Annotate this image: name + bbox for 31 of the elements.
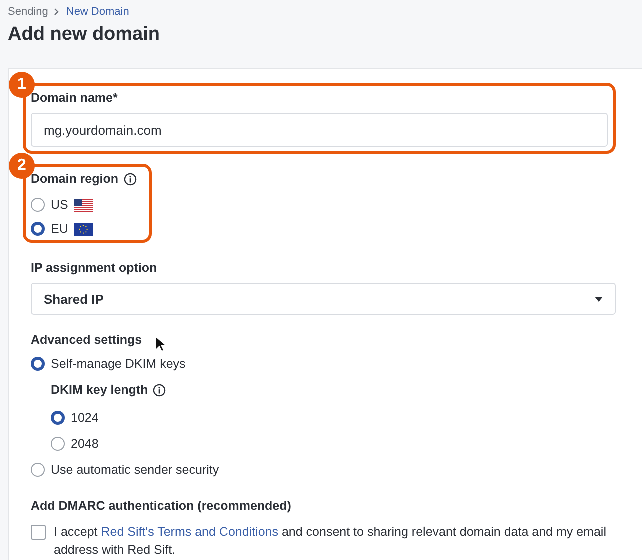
cursor-icon xyxy=(155,336,166,352)
flag-icon xyxy=(74,222,94,236)
info-icon[interactable] xyxy=(124,172,137,186)
option-label: US xyxy=(51,198,68,212)
radio-button[interactable] xyxy=(31,198,45,212)
radio-button[interactable] xyxy=(31,357,45,371)
terms-link[interactable]: Red Sift's Terms and Conditions xyxy=(101,525,278,539)
option-label: EU xyxy=(51,222,68,236)
chevron-icon xyxy=(54,8,60,16)
flag-icon xyxy=(74,198,94,212)
checkbox[interactable] xyxy=(31,525,46,540)
consent-text: I accept Red Sift's Terms and Conditions and consent to sharing relevant domain data and my email address with Red Sift. xyxy=(54,524,608,559)
field-label: DKIM key length xyxy=(51,383,148,397)
radio-button[interactable] xyxy=(51,411,65,425)
breadcrumb-link[interactable]: Sending xyxy=(8,6,48,18)
field-label: Add DMARC authentication (recommended) xyxy=(31,499,292,513)
option-label: 2048 xyxy=(71,437,99,451)
option-label: Use automatic sender security xyxy=(51,463,220,477)
domain-input[interactable]: mg.yourdomain.com xyxy=(31,113,608,147)
caret-icon xyxy=(595,296,603,302)
field-label: Advanced settings xyxy=(31,333,142,347)
radio-button[interactable] xyxy=(51,437,65,451)
radio-button[interactable] xyxy=(31,222,45,236)
field-label: IP assignment option xyxy=(31,261,158,275)
breadcrumb-link[interactable]: New Domain xyxy=(66,6,130,18)
page-title: Add new domain xyxy=(8,24,161,46)
info-icon[interactable] xyxy=(153,384,166,396)
ip-select[interactable]: Shared IP xyxy=(31,283,616,315)
option-label: Self-manage DKIM keys xyxy=(51,357,186,371)
option-label: 1024 xyxy=(71,411,99,425)
radio-button[interactable] xyxy=(31,463,45,477)
